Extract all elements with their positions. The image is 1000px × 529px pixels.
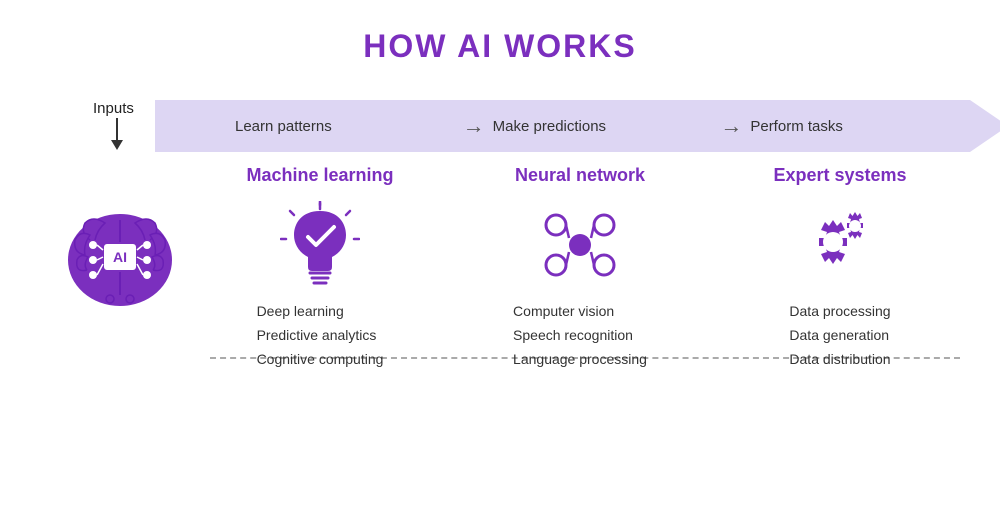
- arrow-icon-2: →: [720, 113, 742, 139]
- page-title: HOW AI WORKS: [0, 0, 1000, 65]
- nn-title: Neural network: [515, 165, 645, 186]
- nn-item-2: Speech recognition: [513, 324, 647, 348]
- nn-items: Computer vision Speech recognition Langu…: [513, 300, 647, 371]
- es-items: Data processing Data generation Data dis…: [789, 300, 890, 371]
- arrow-body: Learn patterns → Make predictions → Perf…: [155, 100, 970, 152]
- main-content: AI: [50, 165, 970, 509]
- es-item-1: Data processing: [789, 300, 890, 324]
- ml-item-1: Deep learning: [257, 300, 384, 324]
- arrow-step-2: Make predictions: [493, 118, 713, 135]
- es-item-2: Data generation: [789, 324, 890, 348]
- ai-brain-section: AI: [50, 195, 190, 320]
- ml-column: Machine learning Deep learning: [190, 165, 450, 371]
- ml-item-2: Predictive analytics: [257, 324, 384, 348]
- es-title: Expert systems: [773, 165, 906, 186]
- ml-items: Deep learning Predictive analytics Cogni…: [257, 300, 384, 371]
- ml-item-3: Cognitive computing: [257, 348, 384, 372]
- arrow-banner: Learn patterns → Make predictions → Perf…: [155, 100, 970, 152]
- inputs-down-arrow: [111, 118, 123, 150]
- gear-icon: [795, 200, 885, 290]
- ai-brain-icon: AI: [55, 195, 185, 320]
- nn-column: Neural network Computer vision Speech re…: [450, 165, 710, 371]
- arrow-icon-1: →: [463, 113, 485, 139]
- neural-network-icon: [535, 200, 625, 290]
- nn-item-1: Computer vision: [513, 300, 647, 324]
- nn-item-3: Language processing: [513, 348, 647, 372]
- es-column: Expert systems Data processing Data gene…: [710, 165, 970, 371]
- arrow-steps: Learn patterns → Make predictions → Perf…: [175, 113, 970, 139]
- lightbulb-icon: [275, 200, 365, 290]
- svg-text:AI: AI: [113, 249, 127, 265]
- es-item-3: Data distribution: [789, 348, 890, 372]
- arrow-step-1: Learn patterns: [235, 118, 455, 135]
- inputs-label: Inputs: [93, 100, 134, 117]
- arrow-step-3: Perform tasks: [750, 118, 970, 135]
- ml-title: Machine learning: [246, 165, 393, 186]
